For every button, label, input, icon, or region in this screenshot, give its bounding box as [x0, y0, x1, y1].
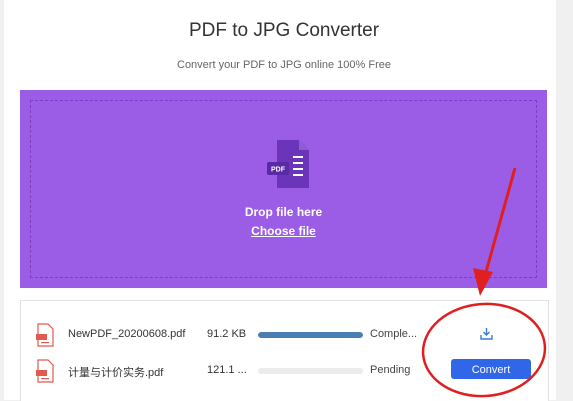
file-row: 计量与计价实务.pdf 121.1 ... Pending Convert: [21, 359, 548, 383]
pdf-icon-label: PDF: [271, 167, 286, 174]
file-name: 计量与计价实务.pdf: [68, 367, 164, 379]
progress-fill: [258, 332, 363, 338]
file-size: 91.2 KB: [207, 328, 247, 340]
file-status: Pending: [370, 364, 411, 376]
pdf-file-icon: [36, 359, 54, 383]
page-title: PDF to JPG Converter: [188, 20, 380, 41]
drop-file-label: Drop file here: [244, 205, 323, 219]
convert-button[interactable]: Convert: [451, 359, 531, 379]
file-name: NewPDF_20200608.pdf: [68, 328, 186, 340]
choose-file-link[interactable]: Choose file: [20, 224, 547, 238]
file-dropzone[interactable]: PDF Drop file here Choose file: [20, 90, 547, 288]
file-status: Comple...: [370, 328, 418, 340]
pdf-file-icon: PDF: [267, 140, 309, 188]
progress-bar: [258, 332, 363, 338]
progress-bar: [258, 368, 363, 374]
download-icon[interactable]: [479, 327, 494, 341]
converter-card: PDF to JPG Converter Convert your PDF to…: [4, 0, 556, 401]
pdf-file-icon: [36, 323, 54, 347]
page-subtitle: Convert your PDF to JPG online 100% Free: [177, 59, 391, 71]
file-row: NewPDF_20200608.pdf 91.2 KB Comple...: [21, 323, 548, 347]
file-size: 121.1 ...: [207, 364, 247, 376]
file-list: NewPDF_20200608.pdf 91.2 KB Comple... 计量…: [20, 300, 549, 401]
